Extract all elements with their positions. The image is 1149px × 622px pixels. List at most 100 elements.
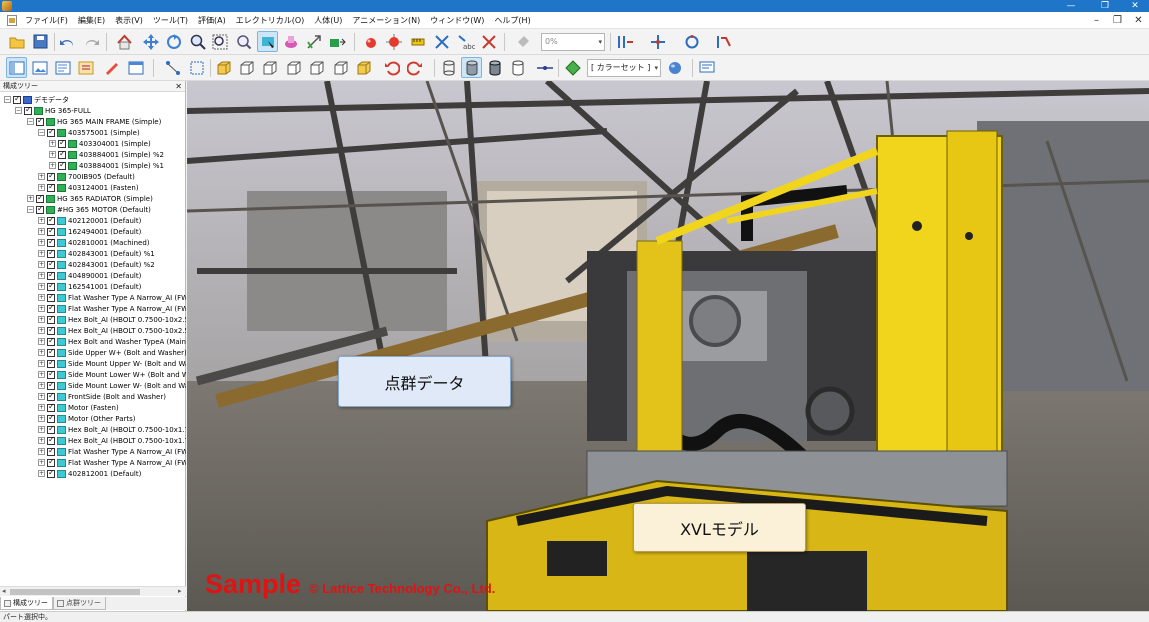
mdi-minimize-button[interactable]: – (1086, 12, 1107, 29)
panel-close-icon[interactable]: ✕ (175, 81, 182, 92)
visibility-checkbox[interactable] (47, 424, 55, 434)
expand-icon[interactable]: + (38, 283, 45, 290)
expand-icon[interactable]: + (38, 239, 45, 246)
tree-row[interactable]: + Flat Washer Type A Narrow_AI (FW- (38, 457, 186, 468)
tree-row[interactable]: + Hex Bolt and Washer TypeA (MainF (38, 336, 186, 347)
tree-row[interactable]: +402843001 (Default) %2 (38, 259, 186, 270)
collapse-icon[interactable]: − (4, 96, 11, 103)
expand-icon[interactable]: + (38, 316, 45, 323)
visibility-checkbox[interactable] (47, 237, 55, 247)
tree-row[interactable]: + Flat Washer Type A Narrow_AI (FW- (38, 303, 186, 314)
rotate-right-icon[interactable] (404, 57, 425, 78)
connect-icon[interactable] (162, 57, 183, 78)
zoom-icon[interactable] (187, 31, 208, 52)
expand-icon[interactable]: + (38, 415, 45, 422)
save-icon[interactable] (30, 31, 51, 52)
tree-row[interactable]: +162541001 (Default) (38, 281, 186, 292)
markup-icon[interactable] (101, 57, 122, 78)
screen-settings-icon[interactable] (696, 57, 717, 78)
visibility-checkbox[interactable] (47, 457, 55, 467)
menu-window[interactable]: ウィンドウ(W) (425, 15, 489, 26)
rotate-icon[interactable] (163, 31, 184, 52)
visibility-checkbox[interactable] (47, 270, 55, 280)
scroll-left-icon[interactable]: ◂ (2, 587, 6, 595)
background-sphere-icon[interactable] (664, 57, 685, 78)
expand-icon[interactable]: + (38, 294, 45, 301)
tree-row[interactable]: + Side Upper W+ (Bolt and Washer) (38, 347, 186, 358)
visibility-checkbox[interactable] (36, 204, 44, 214)
tab-pointcloud-tree[interactable]: 点群ツリー (53, 597, 106, 610)
view-bottom-icon[interactable] (283, 57, 304, 78)
display-wire-icon[interactable] (438, 57, 459, 78)
visibility-checkbox[interactable] (47, 391, 55, 401)
collapse-icon[interactable]: − (27, 118, 34, 125)
visibility-checkbox[interactable] (47, 446, 55, 456)
tree-row[interactable]: + Motor (Other Parts) (38, 413, 186, 424)
tree-row[interactable]: + Hex Bolt_AI (HBOLT 0.7500-10x1.75 (38, 435, 186, 446)
display-hidden-icon[interactable] (507, 57, 528, 78)
transform-icon[interactable] (303, 31, 324, 52)
explode-icon[interactable] (383, 31, 404, 52)
move-part-icon[interactable] (326, 31, 347, 52)
view-back-icon[interactable] (236, 57, 257, 78)
expand-icon[interactable]: + (38, 371, 45, 378)
visibility-checkbox[interactable] (36, 193, 44, 203)
tree-row[interactable]: +403124001 (Fasten) (38, 182, 186, 193)
open-folder-icon[interactable] (6, 31, 27, 52)
paint-bucket-icon[interactable] (512, 31, 533, 52)
expand-icon[interactable]: + (38, 261, 45, 268)
close-button[interactable]: ✕ (1124, 0, 1146, 12)
zoom-window-icon[interactable] (209, 31, 230, 52)
maximize-button[interactable]: ❐ (1094, 0, 1116, 12)
visibility-checkbox[interactable] (47, 303, 55, 313)
tree-row[interactable]: +700IB905 (Default) (38, 171, 186, 182)
fit-view-icon[interactable] (233, 31, 254, 52)
expand-icon[interactable]: + (38, 437, 45, 444)
visibility-checkbox[interactable] (47, 358, 55, 368)
view-front-icon[interactable] (213, 57, 234, 78)
image-panel-icon[interactable] (29, 57, 50, 78)
section-icon[interactable] (614, 31, 635, 52)
visibility-checkbox[interactable] (36, 116, 44, 126)
visibility-checkbox[interactable] (47, 215, 55, 225)
display-shaded-icon[interactable] (461, 57, 482, 78)
clearance-icon[interactable] (431, 31, 452, 52)
menu-animation[interactable]: アニメーション(N) (347, 15, 425, 26)
tree-row[interactable]: + Hex Bolt_AI (HBOLT 0.7500-10x2.5x (38, 314, 186, 325)
expand-icon[interactable]: + (38, 338, 45, 345)
expand-icon[interactable]: + (38, 393, 45, 400)
expand-icon[interactable]: + (49, 162, 56, 169)
tree-row[interactable]: − #HG 365 MOTOR (Default) (27, 204, 186, 215)
tab-structure-tree[interactable]: 構成ツリー (0, 597, 53, 610)
display-shaded-edge-icon[interactable] (484, 57, 505, 78)
tree-horizontal-scrollbar[interactable]: ◂ ▸ (0, 586, 186, 596)
visibility-checkbox[interactable] (13, 94, 21, 104)
select-mode-icon[interactable] (257, 31, 278, 52)
home-view-icon[interactable] (114, 31, 135, 52)
expand-icon[interactable]: + (38, 426, 45, 433)
tree-row[interactable]: +402810001 (Machined) (38, 237, 186, 248)
opacity-dropdown[interactable]: 0% ▾ (541, 33, 605, 51)
expand-icon[interactable]: + (38, 327, 45, 334)
color-set-dropdown[interactable]: [ カラーセット ] ▾ (587, 59, 661, 77)
edge-line-icon[interactable] (534, 57, 555, 78)
menu-edit[interactable]: 編集(E) (73, 15, 110, 26)
tree-row[interactable]: +162494001 (Default) (38, 226, 186, 237)
visibility-checkbox[interactable] (47, 435, 55, 445)
tree-row[interactable]: + Flat Washer Type A Narrow_AI (FW- (38, 446, 186, 457)
mdi-close-button[interactable]: ✕ (1128, 12, 1149, 29)
collapse-icon[interactable]: − (27, 206, 34, 213)
kinematics-icon[interactable] (713, 31, 734, 52)
expand-icon[interactable]: + (38, 272, 45, 279)
tree-row[interactable]: +403884001 (Simple) %2 (49, 149, 186, 160)
menu-tools[interactable]: ツール(T) (148, 15, 193, 26)
view-left-icon[interactable] (306, 57, 327, 78)
expand-icon[interactable]: + (38, 382, 45, 389)
expand-icon[interactable]: + (49, 151, 56, 158)
collapse-icon[interactable]: − (15, 107, 22, 114)
axis-icon[interactable] (647, 31, 668, 52)
tree-panel-icon[interactable] (6, 57, 27, 78)
tree-row[interactable]: + Side Mount Upper W- (Bolt and Wa (38, 358, 186, 369)
menu-evaluate[interactable]: 評価(A) (193, 15, 231, 26)
tree-row[interactable]: + Side Mount Lower W- (Bolt and Wa (38, 380, 186, 391)
